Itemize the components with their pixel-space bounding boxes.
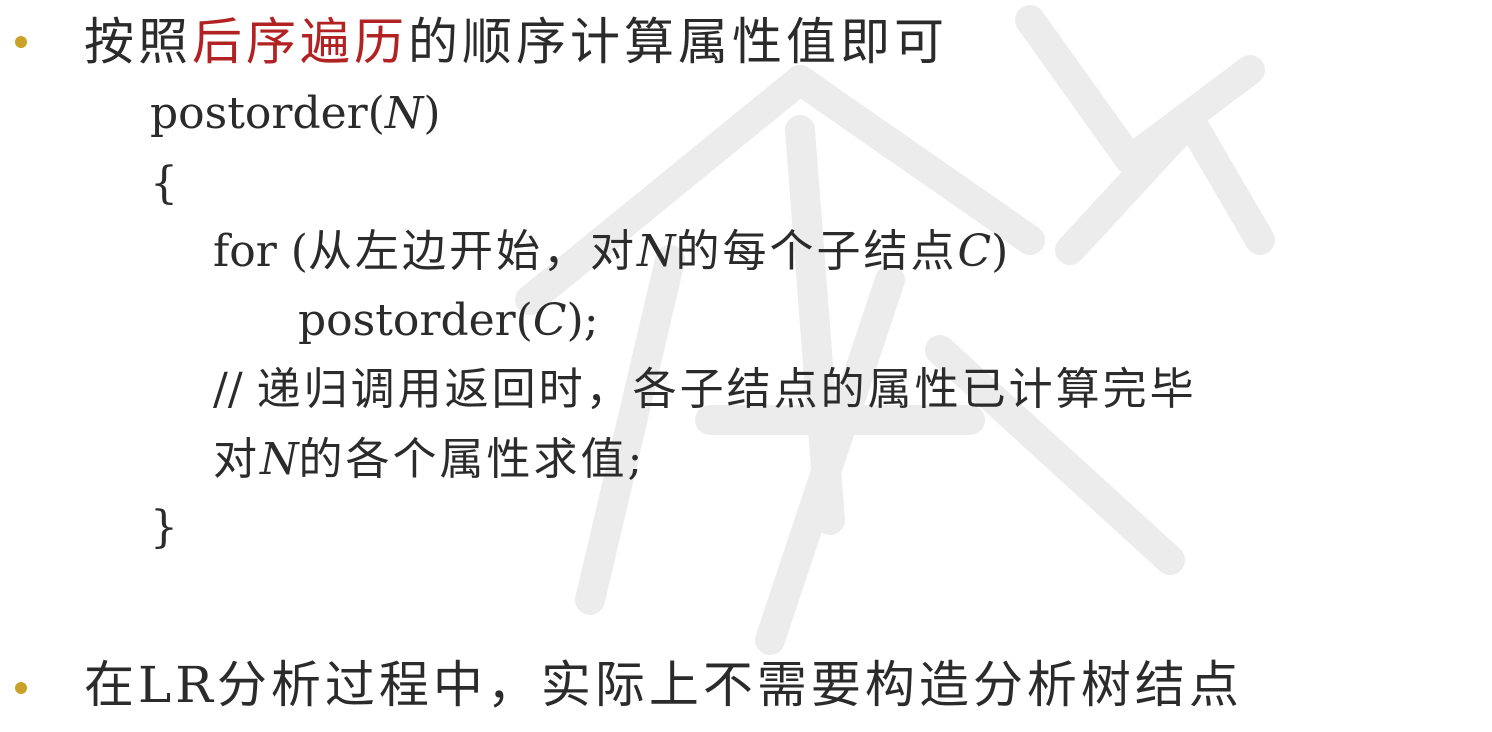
code-for-cjk-1: 从左边开始，对	[307, 226, 637, 277]
code-close-brace: }	[150, 502, 178, 553]
code-for-n: N	[636, 226, 676, 277]
code-line-evaluate: 对N的各个属性求值;	[213, 438, 642, 482]
code-eval-semicolon: ;	[627, 434, 643, 485]
code-call-arg: C	[532, 295, 567, 346]
code-eval-n: N	[260, 434, 299, 485]
code-call-name: postorder(	[298, 295, 533, 346]
bullet-marker-2	[15, 682, 27, 694]
code-line-for-loop: for (从左边开始，对N的每个子结点C)	[213, 230, 1008, 274]
bullet-1-after: 的顺序计算属性值即可	[408, 13, 948, 71]
code-line-comment: // 递归调用返回时，各子结点的属性已计算完毕	[213, 368, 1197, 412]
code-call-close: );	[566, 295, 599, 346]
bullet-text-1: 按照后序遍历的顺序计算属性值即可	[84, 17, 948, 67]
code-eval-cjk-1: 对	[213, 434, 260, 485]
code-func-arg: N	[384, 88, 424, 139]
code-comment-text: 递归调用返回时，各子结点的属性已计算完毕	[256, 364, 1197, 415]
bullet-marker-1	[15, 36, 27, 48]
code-line-recursive-call: postorder(C);	[298, 299, 599, 343]
bullet-text-2: 在LR分析过程中，实际上不需要构造分析树结点	[84, 656, 1243, 714]
code-eval-cjk-2: 的各个属性求值	[298, 434, 628, 485]
code-for-c: C	[957, 226, 992, 277]
bullet-1-before: 按照	[84, 13, 192, 71]
code-line-close-brace: }	[150, 506, 178, 550]
code-open-brace: {	[150, 158, 178, 209]
code-for-keyword: for (	[213, 226, 308, 277]
code-for-cjk-2: 的每个子结点	[675, 226, 958, 277]
code-func-name: postorder(	[150, 88, 385, 139]
code-line-func-signature: postorder(N)	[150, 92, 441, 136]
code-line-open-brace: {	[150, 162, 178, 206]
code-func-close: )	[423, 88, 441, 139]
bullet-1-highlight: 后序遍历	[192, 13, 408, 71]
code-for-close: )	[991, 226, 1009, 277]
code-comment-slash: //	[213, 364, 243, 415]
